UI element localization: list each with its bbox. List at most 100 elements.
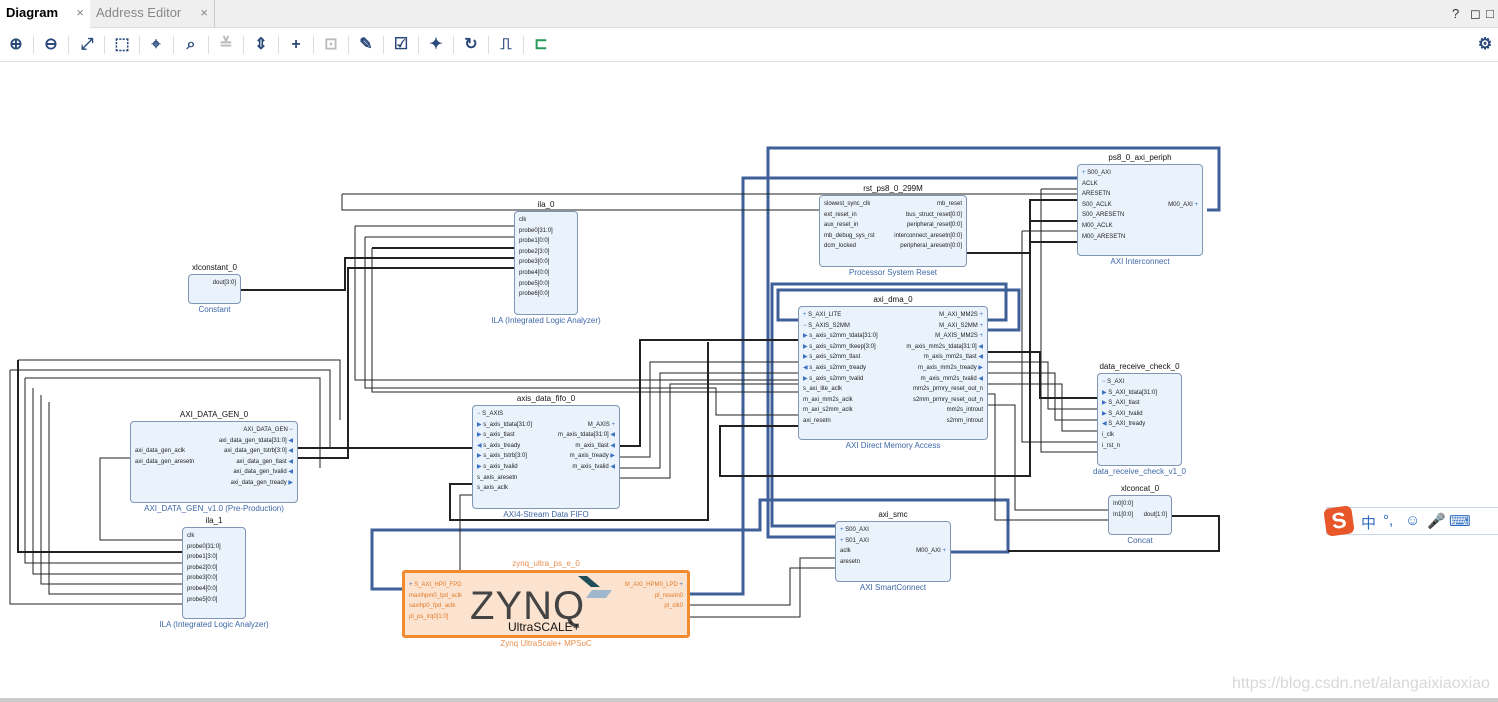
block-ila-0[interactable]: clk probe0[31:0] probe1[0:0] probe2[3:0] pro… bbox=[514, 211, 578, 315]
optimize-routing-icon[interactable]: ⎍ bbox=[495, 34, 517, 56]
center-icon[interactable]: ⌖ bbox=[145, 34, 167, 56]
port[interactable]: axi_data_gen_tready ▶ bbox=[231, 479, 293, 487]
port[interactable]: S00_ARESETN bbox=[1082, 211, 1124, 219]
port[interactable]: probe6[0:0] bbox=[519, 290, 549, 298]
port[interactable]: mb_reset bbox=[937, 200, 962, 208]
port[interactable]: probe1[0:0] bbox=[519, 237, 549, 245]
port[interactable]: M00_AXI + bbox=[1168, 201, 1198, 209]
port[interactable]: i_rst_n bbox=[1102, 442, 1120, 450]
port[interactable]: axi_data_gen_tstrb[3:0] ◀ bbox=[224, 447, 293, 455]
port[interactable]: probe2[3:0] bbox=[519, 248, 549, 256]
search-icon[interactable]: ⌕ bbox=[180, 34, 202, 56]
port[interactable]: probe4[0:0] bbox=[187, 585, 217, 593]
port[interactable]: ACLK bbox=[1082, 180, 1098, 188]
port[interactable]: + S00_AXI bbox=[840, 526, 869, 534]
port[interactable]: + S01_AXI bbox=[840, 537, 869, 545]
port[interactable]: aresetn bbox=[840, 558, 860, 566]
port[interactable]: m_axis_tvalid ◀ bbox=[572, 463, 615, 471]
close-icon[interactable]: × bbox=[200, 0, 208, 26]
port[interactable]: saxihp0_fpd_aclk bbox=[409, 602, 455, 610]
port[interactable]: axi_data_gen_aresetn bbox=[135, 458, 194, 466]
port[interactable]: S00_ACLK bbox=[1082, 201, 1112, 209]
port[interactable]: m_axis_tlast ◀ bbox=[575, 442, 615, 450]
port[interactable]: AXI_DATA_GEN − bbox=[243, 426, 293, 434]
close-icon[interactable]: × bbox=[76, 0, 84, 26]
port[interactable]: i_clk bbox=[1102, 431, 1114, 439]
properties-icon[interactable]: ✎ bbox=[355, 34, 377, 56]
port[interactable]: probe3[0:0] bbox=[187, 574, 217, 582]
port[interactable]: ▶ S_AXI_tdata[31:0] bbox=[1102, 389, 1157, 397]
port[interactable]: m_axis_mm2s_tdata[31:0] ◀ bbox=[906, 343, 983, 351]
port[interactable]: bus_struct_reset[0:0] bbox=[906, 211, 962, 219]
ime-item-icon[interactable]: ☺ bbox=[1405, 512, 1420, 529]
block-axi-dma-0[interactable]: + S_AXI_LITE − S_AXIS_S2MM ▶ s_axis_s2mm_t… bbox=[798, 306, 988, 440]
port[interactable]: ▶ S_AXI_tlast bbox=[1102, 399, 1140, 407]
port[interactable]: s2mm_prmry_reset_out_n bbox=[913, 396, 983, 404]
port[interactable]: probe1[3:0] bbox=[187, 553, 217, 561]
block-rst-ps8-0-299M[interactable]: slowest_sync_clk ext_reset_in aux_reset_in… bbox=[819, 195, 967, 267]
zoom-in-icon[interactable]: ⊕ bbox=[5, 34, 27, 56]
port[interactable]: ▶ s_axis_tlast bbox=[477, 431, 515, 439]
add-ip-icon[interactable]: + bbox=[285, 34, 307, 56]
port[interactable]: s_axis_aresetn bbox=[477, 474, 517, 482]
port[interactable]: s2mm_introut bbox=[947, 417, 983, 425]
port[interactable]: axi_data_gen_tdata[31:0] ◀ bbox=[219, 437, 293, 445]
port[interactable]: clk bbox=[187, 532, 194, 540]
port[interactable]: pl_ps_irq0[1:0] bbox=[409, 613, 448, 621]
port[interactable]: ARESETN bbox=[1082, 190, 1110, 198]
port[interactable]: pl_resetn0 bbox=[655, 592, 683, 600]
port[interactable]: m_axis_mm2s_tlast ◀ bbox=[924, 353, 983, 361]
port[interactable]: pl_clk0 bbox=[664, 602, 683, 610]
diagram-canvas[interactable]: dout[3:0] xlconstant_0 Constant clk probe0[… bbox=[0, 63, 1498, 698]
port[interactable]: m_axis_tdata[31:0] ◀ bbox=[558, 431, 615, 439]
port[interactable]: mm2s_prmry_reset_out_n bbox=[913, 385, 983, 393]
port[interactable]: probe5[0:0] bbox=[519, 280, 549, 288]
port[interactable]: ▶ s_axis_s2mm_tvalid bbox=[803, 375, 863, 383]
port[interactable]: probe0[31:0] bbox=[187, 543, 221, 551]
block-xlconstant-0[interactable]: dout[3:0] bbox=[188, 274, 241, 304]
validate-design-icon[interactable]: ☑ bbox=[390, 34, 412, 56]
port[interactable]: − S_AXIS_S2MM bbox=[803, 322, 850, 330]
block-axis-data-fifo-0[interactable]: − S_AXIS ▶ s_axis_tdata[31:0] ▶ s_axis_tla… bbox=[472, 405, 620, 509]
port[interactable]: M00_ARESETN bbox=[1082, 233, 1125, 241]
maximize-icon[interactable]: □ bbox=[1486, 6, 1494, 21]
regenerate-layout-icon[interactable]: ↻ bbox=[460, 34, 482, 56]
port[interactable]: ▶ s_axis_tstrb[3:0] bbox=[477, 452, 527, 460]
toggle-interface-icon[interactable]: ⊏ bbox=[530, 34, 552, 56]
port[interactable]: axi_data_gen_aclk bbox=[135, 447, 185, 455]
port[interactable]: − S_AXI bbox=[1102, 378, 1124, 386]
restore-icon[interactable]: ◻ bbox=[1470, 6, 1481, 22]
port[interactable]: dout[1:0] bbox=[1144, 511, 1167, 519]
port[interactable]: mm2s_introut bbox=[947, 406, 983, 414]
expand-all-icon[interactable]: ⇕ bbox=[250, 34, 272, 56]
port[interactable]: probe2[0:0] bbox=[187, 564, 217, 572]
port[interactable]: ◀ s_axis_s2mm_tready bbox=[803, 364, 866, 372]
port[interactable]: ▶ s_axis_s2mm_tlast bbox=[803, 353, 860, 361]
port[interactable]: aclk bbox=[840, 547, 851, 555]
port[interactable]: − S_AXIS bbox=[477, 410, 503, 418]
port[interactable]: probe3[0:0] bbox=[519, 258, 549, 266]
port[interactable]: slowest_sync_clk bbox=[824, 200, 870, 208]
port[interactable]: M_AXIS + bbox=[588, 421, 615, 429]
ime-item-icon[interactable]: ⌨ bbox=[1449, 512, 1471, 530]
port[interactable]: ◀ s_axis_tready bbox=[477, 442, 520, 450]
port[interactable]: axi_data_gen_tvalid ◀ bbox=[233, 468, 293, 476]
port[interactable]: dout[3:0] bbox=[213, 279, 236, 287]
port[interactable]: interconnect_aresetn[0:0] bbox=[894, 232, 962, 240]
zoom-out-icon[interactable]: ⊖ bbox=[40, 34, 62, 56]
port[interactable]: M_AXIS_MM2S + bbox=[935, 332, 983, 340]
port[interactable]: m_axis_tready ▶ bbox=[570, 452, 615, 460]
gear-icon[interactable]: ⚙ bbox=[1474, 34, 1496, 56]
port[interactable]: + S_AXI_HP0_FPD bbox=[409, 581, 462, 589]
port[interactable]: axi_data_gen_tlast ◀ bbox=[236, 458, 293, 466]
port[interactable]: + S_AXI_LITE bbox=[803, 311, 841, 319]
block-ps8-0-axi-periph[interactable]: + S00_AXI ACLK ARESETN S00_ACLK S00_ARESETN M… bbox=[1077, 164, 1203, 256]
block-ila-1[interactable]: clk probe0[31:0] probe1[3:0] probe2[0:0] pro… bbox=[182, 527, 246, 619]
port[interactable]: probe4[0:0] bbox=[519, 269, 549, 277]
zoom-area-icon[interactable]: ⬚ bbox=[111, 34, 133, 56]
block-axi-data-gen[interactable]: axi_data_gen_aclk axi_data_gen_aresetn AXI… bbox=[130, 421, 298, 503]
port[interactable]: ▶ s_axis_s2mm_tdata[31:0] bbox=[803, 332, 878, 340]
port[interactable]: axi_resetn bbox=[803, 417, 831, 425]
port[interactable]: m_axis_mm2s_tready ▶ bbox=[918, 364, 983, 372]
port[interactable]: M_AXI_MM2S + bbox=[939, 311, 983, 319]
